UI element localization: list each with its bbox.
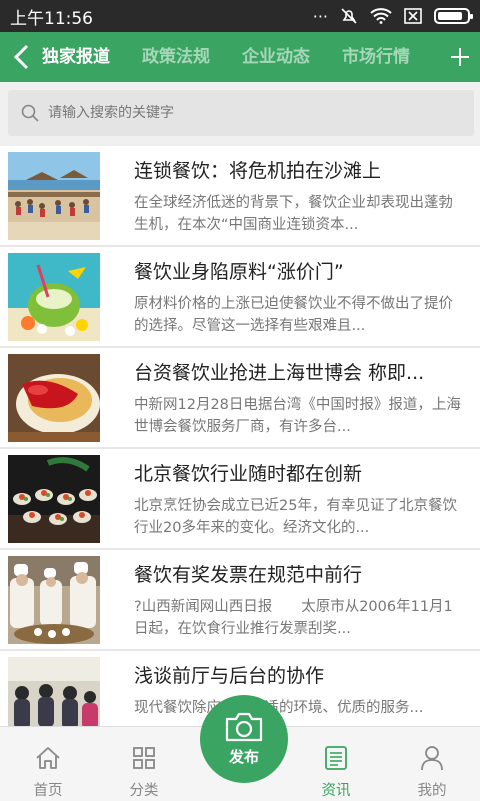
add-tab-button[interactable] [440,32,480,82]
article-thumbnail [8,253,100,341]
home-icon [36,747,60,769]
nav-category-label: 分类 [129,783,159,799]
article-title: 台资餐饮业抢进上海世博会 称即... [134,362,425,384]
camera-icon [225,712,263,741]
back-button[interactable] [0,32,42,82]
publish-button[interactable]: 发布 [200,695,288,783]
wifi-icon [370,8,392,24]
list-item[interactable]: 台资餐饮业抢进上海世博会 称即... 中新网12月28日电据台湾《中国时报》报道… [0,348,480,449]
nav-mine-label: 我的 [417,783,447,799]
tab-company-news[interactable]: 企业动态 [242,32,310,82]
nav-home[interactable]: 首页 [0,727,96,801]
dots-icon: ··· [312,6,328,26]
list-item[interactable]: 北京餐饮行业随时都在创新 北京烹饪协会成立已近25年，有幸见证了北京餐饮行业20… [0,449,480,550]
article-summary: 现代餐饮除应具有舒适的环境、优质的服务... [134,700,424,716]
article-summary: 中新网12月28日电据台湾《中国时报》报道，上海世博会餐饮服务厂商，有许多台..… [134,397,461,435]
article-thumbnail [8,152,100,240]
category-tabs: 独家报道 政策法规 企业动态 市场行情 [42,32,440,82]
article-thumbnail [8,354,100,442]
search-input[interactable] [46,104,450,122]
list-item[interactable]: 餐饮业身陷原料“涨价门” 原材料价格的上涨已迫使餐饮业不得不做出了提价的选择。尽… [0,247,480,348]
search-icon [21,104,39,122]
article-summary: ?山西新闻网山西日报 太原市从2006年11月1日起，在饮食行业推行发票刮奖..… [134,599,453,637]
article-title: 北京餐饮行业随时都在创新 [134,463,363,485]
article-summary: 在全球经济低迷的背景下，餐饮企业却表现出蓬勃生机，在本次“中国商业连锁资本... [134,195,453,233]
tab-exclusive[interactable]: 独家报道 [42,32,110,82]
search-box[interactable] [8,90,474,136]
user-icon [421,746,443,771]
list-item[interactable]: 餐饮有奖发票在规范中前行 ?山西新闻网山西日报 太原市从2006年11月1日起，… [0,550,480,651]
article-summary: 原材料价格的上涨已迫使餐饮业不得不做出了提价的选择。尽管这一选择有些艰难且... [134,296,453,334]
article-thumbnail [8,556,100,644]
tab-policy[interactable]: 政策法规 [142,32,210,82]
nav-category[interactable]: 分类 [96,727,192,801]
status-bar: 上午11:56 ··· [0,0,480,32]
article-thumbnail [8,455,100,543]
nav-home-label: 首页 [33,783,63,799]
article-title: 浅谈前厅与后台的协作 [134,665,325,687]
top-navbar: 独家报道 政策法规 企业动态 市场行情 [0,32,480,82]
battery-icon [434,8,473,24]
list-item[interactable]: 连锁餐饮：将危机拍在沙滩上 在全球经济低迷的背景下，餐饮企业却表现出蓬勃生机，在… [0,146,480,247]
nav-news-label: 资讯 [321,783,351,799]
status-time: 上午11:56 [10,8,93,29]
article-title: 连锁餐饮：将危机拍在沙滩上 [134,160,382,182]
search-area [0,82,480,144]
tab-market[interactable]: 市场行情 [342,32,410,82]
publish-label: 发布 [228,747,259,766]
status-icons: ··· [312,6,473,26]
article-summary: 北京烹饪协会成立已近25年，有幸见证了北京餐饮行业20多年来的变化。经济文化的.… [134,498,457,536]
back-arrow-icon [13,44,29,70]
nav-mine[interactable]: 我的 [384,727,480,801]
article-title: 餐饮有奖发票在规范中前行 [134,564,363,586]
article-list: 连锁餐饮：将危机拍在沙滩上 在全球经济低迷的背景下，餐饮企业却表现出蓬勃生机，在… [0,146,480,726]
grid-icon [133,747,155,769]
nav-news[interactable]: 资讯 [288,727,384,801]
no-sim-icon [404,8,422,24]
plus-icon [451,48,469,66]
article-title: 餐饮业身陷原料“涨价门” [134,261,344,283]
mute-icon [341,8,357,24]
article-thumbnail [8,657,100,726]
news-icon [325,746,347,770]
